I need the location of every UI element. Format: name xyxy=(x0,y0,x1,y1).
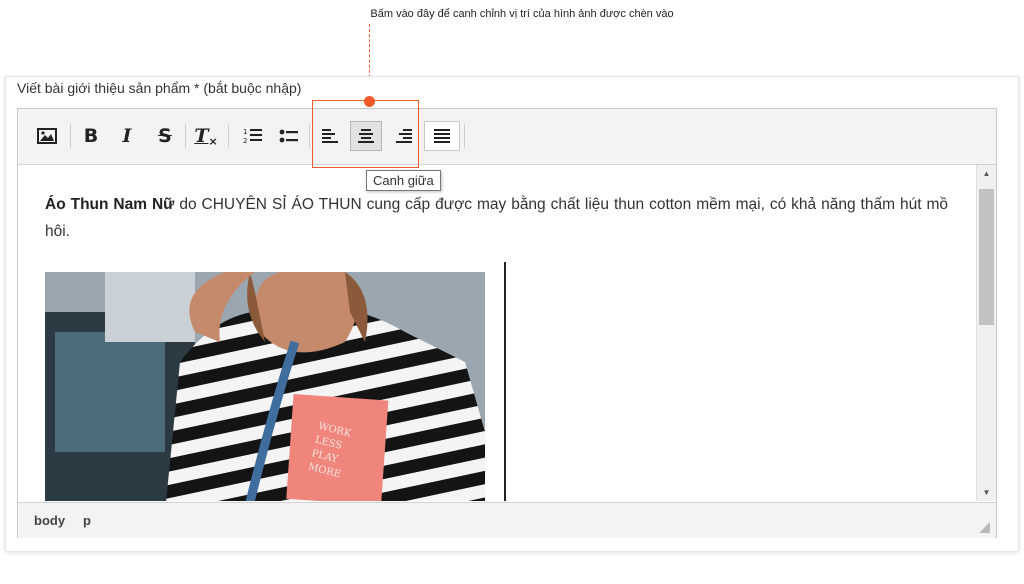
toolbar-separator xyxy=(185,124,186,148)
annotation-highlight-box xyxy=(312,100,419,168)
text-cursor xyxy=(504,262,506,501)
numbered-list-icon: 1 2 xyxy=(243,128,262,145)
numbered-list-button[interactable]: 1 2 xyxy=(237,121,269,151)
intro-paragraph[interactable]: Áo Thun Nam Nữ do CHUYÊN SỈ ÁO THUN cung… xyxy=(45,191,948,245)
svg-text:2: 2 xyxy=(243,137,247,145)
editor-content-area[interactable]: Áo Thun Nam Nữ do CHUYÊN SỈ ÁO THUN cung… xyxy=(18,165,976,501)
justify-icon xyxy=(434,129,450,143)
scroll-up-icon[interactable]: ▲ xyxy=(977,169,996,178)
path-p[interactable]: p xyxy=(83,513,91,528)
toolbar-separator xyxy=(309,124,310,148)
toolbar-separator xyxy=(464,124,465,148)
path-body[interactable]: body xyxy=(34,513,65,528)
field-label: Viết bài giới thiệu sản phẩm * (bắt buộc… xyxy=(17,80,302,96)
justify-button[interactable] xyxy=(424,121,460,151)
bulleted-list-icon xyxy=(279,129,298,143)
strikethrough-button[interactable]: S xyxy=(149,121,181,151)
product-photo-illustration: WORK LESS PLAY MORE xyxy=(45,272,485,501)
clear-formatting-label: T xyxy=(194,125,209,147)
annotation-dot xyxy=(364,96,375,107)
bulleted-list-button[interactable] xyxy=(273,121,305,151)
editor-statusbar: body p xyxy=(18,502,996,538)
resize-handle-icon[interactable] xyxy=(979,522,990,533)
clear-formatting-button[interactable]: T × xyxy=(190,121,222,151)
scroll-down-icon[interactable]: ▼ xyxy=(977,488,996,497)
svg-text:1: 1 xyxy=(243,128,247,136)
rich-text-editor: B I S T × 1 2 Áo Thun Nam Nữ do CHUYÊN S… xyxy=(17,108,997,538)
product-photo[interactable]: WORK LESS PLAY MORE xyxy=(45,272,485,501)
tooltip: Canh giữa xyxy=(366,170,441,191)
editor-toolbar: B I S T × 1 2 xyxy=(18,109,996,165)
annotation-note: Bấm vào đây để canh chỉnh vị trí của hìn… xyxy=(370,8,674,20)
product-name: Áo Thun Nam Nữ xyxy=(45,196,175,213)
image-icon xyxy=(37,128,57,144)
content-scrollbar[interactable]: ▲ ▼ xyxy=(976,165,996,501)
scrollbar-thumb[interactable] xyxy=(979,189,994,325)
toolbar-separator xyxy=(70,124,71,148)
remove-format-icon: × xyxy=(208,134,218,148)
italic-button[interactable]: I xyxy=(111,121,143,151)
toolbar-separator xyxy=(228,124,229,148)
insert-image-button[interactable] xyxy=(31,121,63,151)
bold-button[interactable]: B xyxy=(75,121,107,151)
intro-text: do CHUYÊN SỈ ÁO THUN cung cấp được may b… xyxy=(45,196,948,240)
